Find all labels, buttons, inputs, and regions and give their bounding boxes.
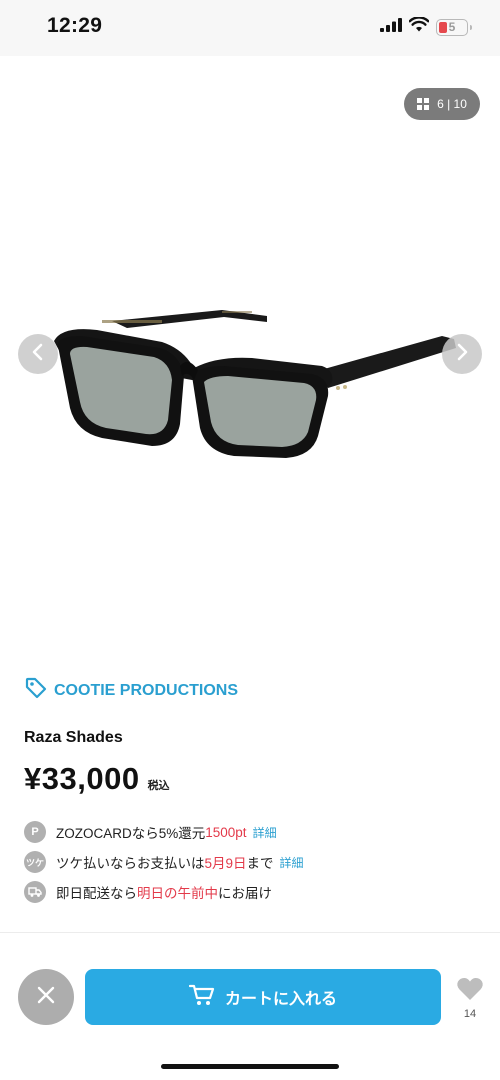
chevron-left-icon xyxy=(31,343,45,366)
add-to-cart-label: カートに入れる xyxy=(224,991,337,1008)
image-counter-text: 6 | 10 xyxy=(437,97,467,111)
truck-badge-icon xyxy=(24,881,46,903)
signal-icon xyxy=(380,17,402,37)
add-to-cart-button[interactable]: カートに入れる xyxy=(85,969,441,1025)
status-icons: 5 xyxy=(380,16,472,37)
perk-zozocard: P ZOZOCARDなら5%還元 1500pt 詳細 xyxy=(24,817,476,847)
divider xyxy=(0,932,500,933)
perk-highlight: 5月9日 xyxy=(204,856,247,871)
grid-icon xyxy=(417,98,430,110)
tsuke-badge-icon: ツケ xyxy=(24,851,46,873)
next-image-button[interactable] xyxy=(442,334,482,374)
perk-highlight: 1500pt xyxy=(205,824,247,840)
product-image-gallery[interactable]: 6 | 10 xyxy=(0,56,500,656)
perk-detail-link[interactable]: 詳細 xyxy=(280,854,304,871)
chevron-right-icon xyxy=(455,343,469,366)
status-time: 12:29 xyxy=(47,14,103,37)
perk-detail-link[interactable]: 詳細 xyxy=(253,824,277,841)
cart-icon xyxy=(188,983,215,1012)
perk-text: ZOZOCARDなら5%還元 xyxy=(56,826,206,841)
favorite-button[interactable]: 14 xyxy=(452,976,488,1020)
close-button[interactable] xyxy=(18,969,74,1025)
perk-tsuke: ツケ ツケ払いならお支払いは 5月9日 まで 詳細 xyxy=(24,847,476,877)
battery-level: 5 xyxy=(448,20,456,34)
perk-text: 即日配送なら xyxy=(56,886,137,901)
price-row: ¥33,000 税込 xyxy=(24,761,476,797)
status-bar: 12:29 5 xyxy=(0,0,500,56)
prev-image-button[interactable] xyxy=(18,334,58,374)
image-counter[interactable]: 6 | 10 xyxy=(404,88,480,120)
perk-text: ツケ払いならお支払いは xyxy=(56,856,205,871)
battery-fill xyxy=(439,21,447,33)
tag-icon xyxy=(24,676,48,705)
battery-icon: 5 xyxy=(436,18,472,36)
perks-list: P ZOZOCARDなら5%還元 1500pt 詳細 ツケ ツケ払いならお支払い… xyxy=(24,817,476,907)
p-badge-icon: P xyxy=(24,821,46,843)
product-name: Raza Shades xyxy=(24,729,123,746)
home-indicator xyxy=(161,1064,339,1069)
close-icon xyxy=(36,985,56,1010)
perk-delivery: 即日配送なら 明日の午前中 にお届け xyxy=(24,877,476,907)
favorite-count: 14 xyxy=(463,1008,477,1020)
heart-icon xyxy=(456,977,484,1006)
sunglasses-product-image xyxy=(54,310,456,458)
product-price: ¥33,000 xyxy=(24,761,140,796)
perk-text-after: まで xyxy=(246,856,274,871)
brand-link[interactable]: COOTIE PRODUCTIONS xyxy=(24,676,476,705)
brand-name: COOTIE PRODUCTIONS xyxy=(54,681,239,699)
bottom-action-bar: カートに入れる 14 xyxy=(0,952,500,1042)
perk-text-after: にお届け xyxy=(218,886,272,901)
perk-highlight: 明日の午前中 xyxy=(137,886,218,901)
wifi-icon xyxy=(408,16,430,37)
tax-label: 税込 xyxy=(147,780,170,792)
product-info: COOTIE PRODUCTIONS Raza Shades ¥33,000 税… xyxy=(24,676,476,907)
